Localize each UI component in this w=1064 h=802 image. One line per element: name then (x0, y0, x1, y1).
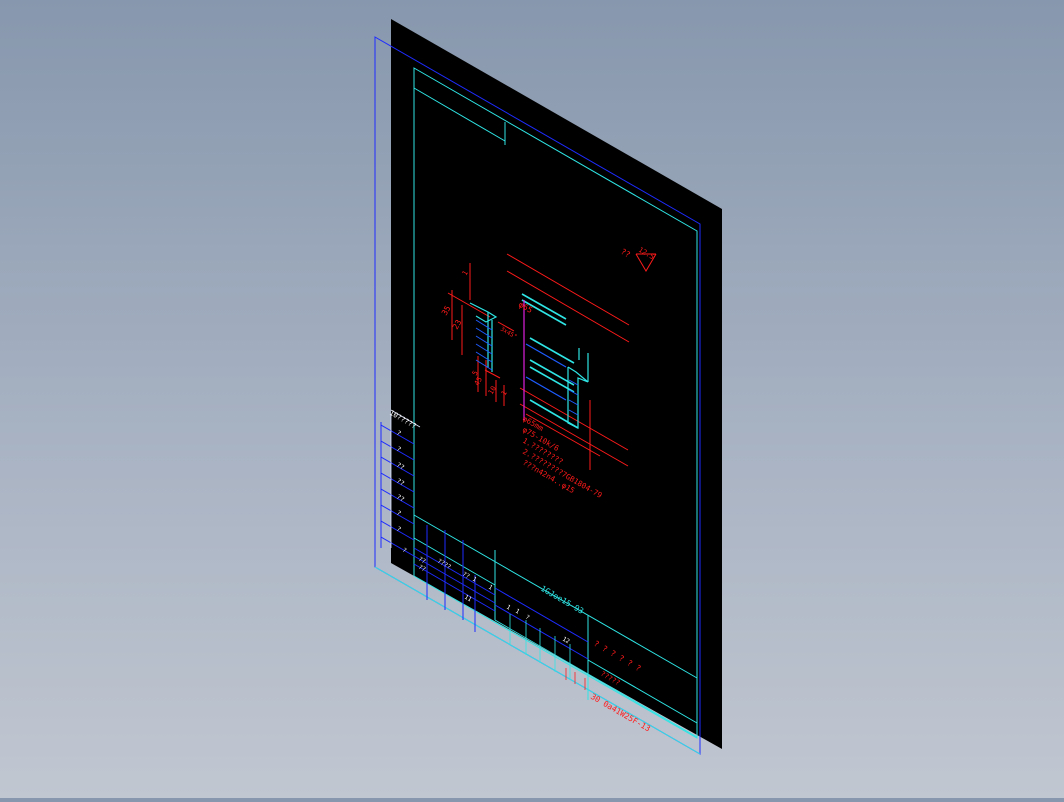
drawing-sheet (391, 19, 722, 749)
cad-drawing-canvas[interactable]: 10????? ?????????? 1GJoe15-93 ? ? ? ? ? … (0, 0, 1064, 798)
cad-viewport[interactable]: 10????? ?????????? 1GJoe15-93 ? ? ? ? ? … (0, 0, 1064, 798)
